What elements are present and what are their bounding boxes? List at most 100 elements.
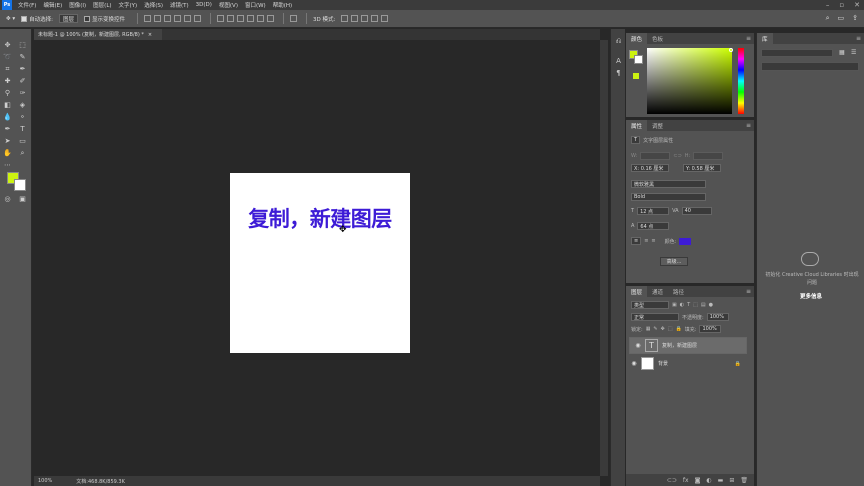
library-dropdown[interactable]	[761, 49, 833, 57]
filter-smart-icon[interactable]: ▤	[701, 302, 706, 308]
path-select-icon[interactable]: ➤	[3, 137, 12, 146]
filter-type-icon[interactable]: T	[687, 302, 690, 308]
screen-mode-icon[interactable]: ▣	[18, 195, 27, 204]
align-left-icon[interactable]: ≡	[631, 237, 642, 245]
maximize-icon[interactable]: ▫	[839, 1, 844, 9]
color-picker-marker[interactable]	[729, 48, 733, 52]
filter-pixel-icon[interactable]: ▣	[672, 302, 677, 308]
group-icon[interactable]: ▬	[718, 477, 724, 484]
list-view-icon[interactable]: ☰	[851, 49, 856, 56]
filter-shape-icon[interactable]: ⬚	[693, 302, 698, 308]
tab-adjustments[interactable]: 调整	[647, 120, 668, 131]
font-size-field[interactable]: 12 点	[637, 207, 670, 215]
eraser-tool-icon[interactable]: ◧	[3, 101, 12, 110]
crop-tool-icon[interactable]: ⌗	[3, 65, 12, 74]
distribute-bottom-icon[interactable]	[237, 15, 245, 22]
tab-properties[interactable]: 属性	[626, 120, 648, 131]
new-layer-icon[interactable]: ⊞	[729, 477, 734, 484]
align-hcenter-icon[interactable]	[184, 15, 192, 22]
library-search-input[interactable]	[761, 62, 859, 71]
close-tab-icon[interactable]: ×	[148, 32, 152, 38]
paragraph-panel-icon[interactable]: ¶	[614, 69, 623, 78]
3d-roll-icon[interactable]	[351, 15, 359, 22]
pen-tool-icon[interactable]: ✒	[3, 125, 12, 134]
lock-all-icon[interactable]: 🔒	[676, 326, 682, 332]
distribute-hcenter-icon[interactable]	[257, 15, 265, 22]
distribute-top-icon[interactable]	[217, 15, 225, 22]
clone-stamp-icon[interactable]: ⚲	[3, 89, 12, 98]
blend-mode-dropdown[interactable]: 正常	[631, 313, 679, 321]
tab-color[interactable]: 颜色	[626, 33, 648, 44]
panel-menu-icon[interactable]: ≡	[746, 122, 751, 129]
workspace-icon[interactable]: ▭	[838, 14, 845, 23]
align-right-icon[interactable]: ≡	[651, 238, 655, 244]
show-transform-checkbox[interactable]: 显示变换控件	[84, 15, 125, 23]
more-tools-icon[interactable]: ⋯	[3, 161, 12, 170]
fx-icon[interactable]: fx	[683, 477, 689, 484]
lock-artboard-icon[interactable]: ⬚	[668, 326, 673, 332]
link-layers-icon[interactable]: ⊂⊃	[667, 477, 677, 484]
menu-type[interactable]: 文字(Y)	[119, 1, 138, 9]
filter-toggle-icon[interactable]: ●	[709, 302, 713, 308]
marquee-tool-icon[interactable]: ⬚	[18, 41, 27, 50]
grid-view-icon[interactable]: ▦	[839, 49, 845, 56]
quick-select-icon[interactable]: ✎	[18, 53, 27, 62]
tab-libraries[interactable]: 库	[757, 33, 773, 44]
document-canvas[interactable]: 复制，新建图层	[230, 173, 410, 353]
search-icon[interactable]: ⌕	[826, 14, 830, 23]
background-color-swatch[interactable]	[14, 179, 26, 191]
color-picker-field[interactable]	[647, 48, 732, 114]
layer-row[interactable]: ◉ 背景 🔒	[629, 355, 747, 372]
menu-help[interactable]: 帮助(H)	[273, 1, 292, 9]
quick-mask-icon[interactable]: ◎	[3, 195, 12, 204]
zoom-level[interactable]: 100%	[38, 478, 52, 484]
history-brush-icon[interactable]: ✑	[18, 89, 27, 98]
panel-menu-icon[interactable]: ≡	[746, 288, 751, 295]
tab-layers[interactable]: 图层	[626, 286, 648, 297]
leading-field[interactable]: 64 点	[637, 222, 670, 230]
layer-filter-dropdown[interactable]: 类型	[631, 301, 669, 309]
distribute-right-icon[interactable]	[267, 15, 275, 22]
document-text-layer[interactable]: 复制，新建图层	[230, 203, 410, 233]
lasso-tool-icon[interactable]: ➰	[3, 53, 12, 62]
3d-scale-icon[interactable]	[381, 15, 389, 22]
align-vcenter-icon[interactable]	[154, 15, 162, 22]
menu-3d[interactable]: 3D(D)	[196, 2, 212, 8]
healing-brush-icon[interactable]: ✚	[3, 77, 12, 86]
lock-pixels-icon[interactable]: ▦	[646, 326, 651, 332]
font-family-dropdown[interactable]: 微软雅黑	[631, 180, 706, 188]
lock-paint-icon[interactable]: ✎	[653, 326, 657, 332]
panel-menu-icon[interactable]: ≡	[746, 35, 751, 42]
menu-window[interactable]: 窗口(W)	[245, 1, 266, 9]
menu-file[interactable]: 文件(F)	[18, 1, 36, 9]
text-color-swatch[interactable]	[679, 237, 692, 245]
move-tool-icon[interactable]: ✥	[3, 41, 12, 50]
blur-tool-icon[interactable]: 💧	[3, 113, 12, 122]
align-top-icon[interactable]	[144, 15, 152, 22]
zoom-tool-icon[interactable]: ⌕	[18, 149, 27, 158]
menu-image[interactable]: 图像(I)	[69, 1, 86, 9]
dodge-tool-icon[interactable]: ⚬	[18, 113, 27, 122]
auto-align-icon[interactable]	[290, 15, 298, 22]
brush-tool-icon[interactable]: ✐	[18, 77, 27, 86]
auto-select-checkbox[interactable]: 自动选择:	[21, 15, 53, 23]
lock-position-icon[interactable]: ✥	[661, 326, 665, 332]
visibility-eye-icon[interactable]: ◉	[629, 360, 639, 367]
menu-view[interactable]: 视图(V)	[219, 1, 238, 9]
hand-tool-icon[interactable]: ✋	[3, 149, 12, 158]
align-right-icon[interactable]	[194, 15, 202, 22]
3d-rotate-icon[interactable]	[341, 15, 349, 22]
delete-layer-icon[interactable]: 🗑	[740, 477, 748, 484]
layer-name[interactable]: 背景	[658, 360, 668, 367]
paint-bucket-icon[interactable]: ◈	[18, 101, 27, 110]
align-left-icon[interactable]	[174, 15, 182, 22]
tab-channels[interactable]: 通道	[647, 286, 668, 297]
background-color-swatch[interactable]	[634, 55, 643, 64]
vertical-scrollbar[interactable]	[600, 40, 608, 476]
add-mask-icon[interactable]: ◙	[695, 477, 701, 484]
eyedropper-icon[interactable]: ✒	[18, 65, 27, 74]
out-of-gamut-warning-icon[interactable]	[633, 73, 639, 79]
tab-swatches[interactable]: 色板	[647, 33, 668, 44]
menu-edit[interactable]: 编辑(E)	[43, 1, 62, 9]
character-panel-icon[interactable]: A	[614, 57, 623, 66]
